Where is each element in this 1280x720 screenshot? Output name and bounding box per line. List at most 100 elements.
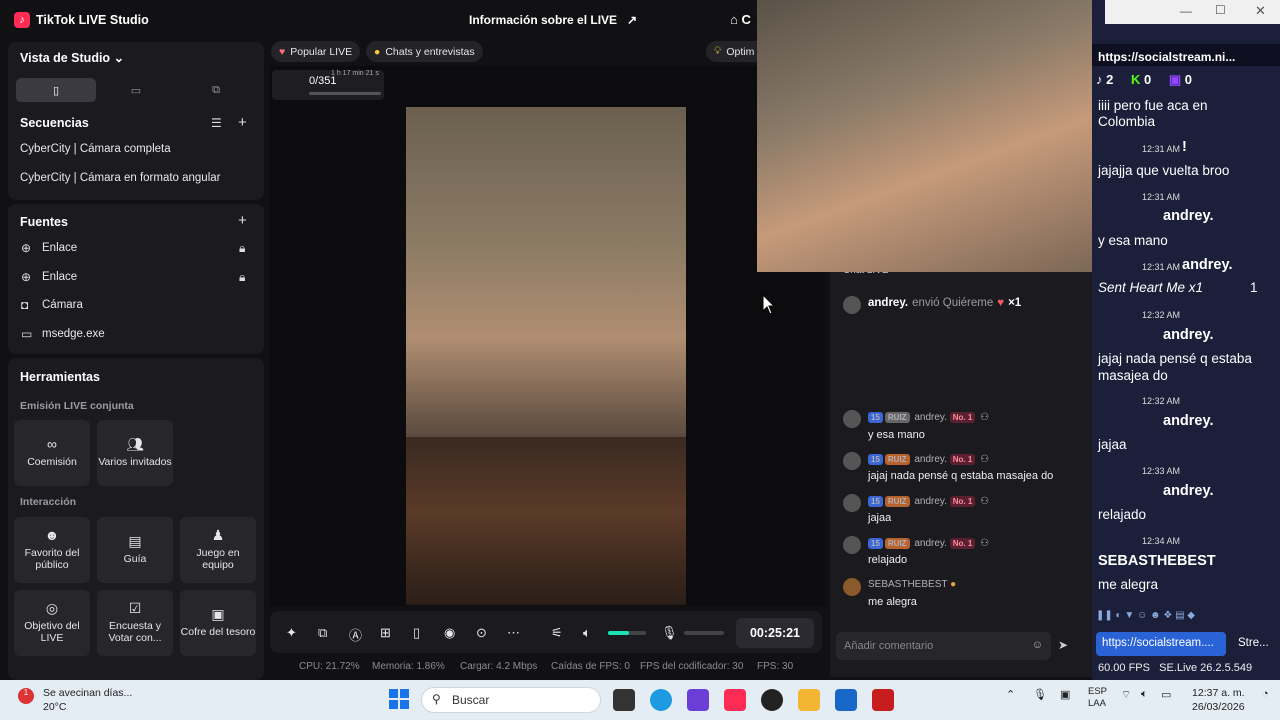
- notification-bell-icon[interactable]: ◔: [1262, 688, 1269, 700]
- chevron-down-icon: ⌄: [113, 51, 125, 65]
- audience-favorite-tool[interactable]: ☻ Favorito del público: [14, 517, 90, 583]
- multi-guest-tool[interactable]: 👥︎ Varios invitados: [97, 420, 173, 486]
- send-icon[interactable]: ➤: [1058, 638, 1068, 652]
- chat-user[interactable]: andrey.: [914, 454, 947, 465]
- comment-input[interactable]: Añadir comentario ☺: [836, 632, 1051, 660]
- phone-icon[interactable]: ▯: [413, 625, 420, 641]
- chat-user[interactable]: andrey.: [914, 496, 947, 507]
- close-icon[interactable]: ✕: [1255, 3, 1266, 19]
- portrait-layout-tab[interactable]: ▯: [16, 78, 96, 102]
- minimize-icon[interactable]: —: [1180, 4, 1192, 18]
- magic-wand-icon[interactable]: ✦: [286, 625, 297, 641]
- source-item[interactable]: msedge.exe: [42, 328, 105, 340]
- battery-icon[interactable]: ▭: [1161, 688, 1171, 701]
- scene-item[interactable]: CyberCity | Cámara en formato angular: [20, 172, 221, 184]
- dual-layout-tab[interactable]: ⧉: [176, 78, 256, 102]
- settings-sliders-icon[interactable]: ⚟: [551, 625, 563, 641]
- weather-icon[interactable]: 1: [18, 688, 34, 704]
- more-icon[interactable]: ⋯: [507, 625, 520, 641]
- tray-app-icon[interactable]: ▣: [1060, 688, 1070, 701]
- file-explorer-icon[interactable]: [798, 689, 820, 711]
- language-indicator[interactable]: ESP LAA: [1088, 686, 1107, 710]
- live-goal-tool[interactable]: ◎ Objetivo del LIVE: [14, 590, 90, 656]
- globe-icon: ⊕: [21, 270, 32, 284]
- side-message-text: masajea do: [1098, 368, 1168, 383]
- mic-icon[interactable]: 🎙︎: [1033, 688, 1047, 701]
- app-icon[interactable]: [687, 689, 709, 711]
- taskbar-clock[interactable]: 12:37 a. m. 26/03/2026: [1192, 686, 1245, 714]
- side-username: andrey.: [1163, 413, 1214, 429]
- tray-chevron-icon[interactable]: ⌃: [1006, 688, 1015, 701]
- emoji-icon[interactable]: ☺: [1032, 639, 1043, 651]
- weather-widget[interactable]: Se avecinan días... 20°C: [43, 686, 132, 714]
- side-status: 60.00 FPS SE.Live 26.2.5.549: [1098, 662, 1252, 674]
- scene-item[interactable]: CyberCity | Cámara completa: [20, 143, 171, 155]
- emoji-strip[interactable]: ❚❚ ◐ ▼ ☺ ☻ ❖ ▤ ◆: [1096, 610, 1280, 626]
- home-button[interactable]: ⌂ C: [730, 12, 751, 27]
- app-icon[interactable]: [872, 689, 894, 711]
- source-item[interactable]: Enlace: [42, 271, 77, 283]
- live-info-button[interactable]: Información sobre el LIVE ↗: [469, 13, 637, 27]
- chat-message-header: 15 RUIZ andrey. No. 1 ⚇: [868, 454, 989, 465]
- studio-view-label: Vista de Studio: [20, 51, 111, 65]
- side-url[interactable]: https://socialstream.ni...: [1098, 50, 1235, 64]
- maximize-icon[interactable]: ☐: [1215, 3, 1226, 17]
- task-view-icon[interactable]: [613, 689, 635, 711]
- user-add-icon[interactable]: ⚇: [980, 538, 989, 549]
- windows-start-icon[interactable]: [389, 689, 409, 709]
- add-source-icon[interactable]: +: [238, 212, 247, 229]
- chats-chip[interactable]: ● Chats y entrevistas: [366, 41, 483, 62]
- kick-icon: K: [1130, 72, 1141, 87]
- weather-temp: 20°C: [43, 701, 67, 713]
- platform-counts: ♪ 2 K 0 ▣ 0: [1096, 72, 1192, 88]
- effects-icon[interactable]: ⧉: [318, 625, 327, 641]
- treasure-chest-tool[interactable]: ▣ Cofre del tesoro: [180, 590, 256, 656]
- tool-label: Favorito del público: [24, 547, 80, 571]
- ai-icon[interactable]: Ⓐ: [349, 625, 362, 644]
- tiktok-studio-icon[interactable]: [724, 689, 746, 711]
- store-icon[interactable]: [835, 689, 857, 711]
- landscape-layout-tab[interactable]: ▭: [96, 78, 176, 102]
- rank-badge: No. 1: [949, 496, 976, 507]
- window-icon: ▭: [21, 327, 33, 341]
- record-icon[interactable]: ◉: [444, 625, 455, 641]
- studio-view-dropdown[interactable]: Vista de Studio ⌄: [20, 50, 124, 65]
- kick-count: 0: [1144, 72, 1152, 87]
- side-tab-stream[interactable]: Stre...: [1232, 632, 1278, 656]
- tool-label: Objetivo del LIVE: [24, 620, 80, 644]
- speaker-icon[interactable]: 🔈︎: [583, 625, 591, 641]
- popular-live-chip[interactable]: ♥ Popular LIVE: [271, 41, 361, 62]
- side-message-text: jajajja que vuelta broo: [1098, 163, 1230, 178]
- side-gift-count: 1: [1250, 280, 1258, 295]
- side-tab-url[interactable]: https://socialstream....: [1096, 632, 1226, 656]
- add-scene-icon[interactable]: +: [238, 114, 247, 131]
- camera-preview-window[interactable]: [757, 0, 1105, 272]
- mic-muted-icon[interactable]: 🎙︎: [661, 625, 678, 641]
- lock-icon[interactable]: 🔒︎: [239, 270, 245, 285]
- poll-tool[interactable]: ☑ Encuesta y Votar con...: [97, 590, 173, 656]
- team-game-tool[interactable]: ♟ Juego en equipo: [180, 517, 256, 583]
- chat-user[interactable]: andrey.: [914, 412, 947, 423]
- mic-slider[interactable]: [684, 631, 724, 635]
- source-item[interactable]: Cámara: [42, 299, 83, 311]
- list-icon[interactable]: ☰: [211, 116, 222, 130]
- taskbar-search[interactable]: ⚲ Buscar: [421, 687, 601, 713]
- user-add-icon[interactable]: ⚇: [980, 454, 989, 465]
- obs-icon[interactable]: [761, 689, 783, 711]
- wifi-icon[interactable]: ⌔: [1121, 688, 1131, 702]
- guide-tool[interactable]: ▤ Guía: [97, 517, 173, 583]
- user-add-icon[interactable]: ⚇: [980, 496, 989, 507]
- chat-user[interactable]: andrey.: [914, 538, 947, 549]
- user-add-icon[interactable]: ⚇: [980, 412, 989, 423]
- edge-icon[interactable]: [650, 689, 672, 711]
- chat-user[interactable]: SEBASTHEBEST: [868, 579, 947, 590]
- add-media-icon[interactable]: ⊞: [380, 625, 391, 641]
- optimize-chip[interactable]: 💡︎ Optim: [706, 41, 757, 62]
- replay-icon[interactable]: ⊙: [476, 625, 487, 641]
- source-item[interactable]: Enlace: [42, 242, 77, 254]
- volume-icon[interactable]: 🔈︎: [1141, 688, 1148, 701]
- cohost-tool[interactable]: ∞ Coemisión: [14, 420, 90, 486]
- side-message-text: y esa mano: [1098, 233, 1168, 248]
- level-badge: 15: [868, 412, 883, 423]
- lock-icon[interactable]: 🔒︎: [239, 241, 245, 256]
